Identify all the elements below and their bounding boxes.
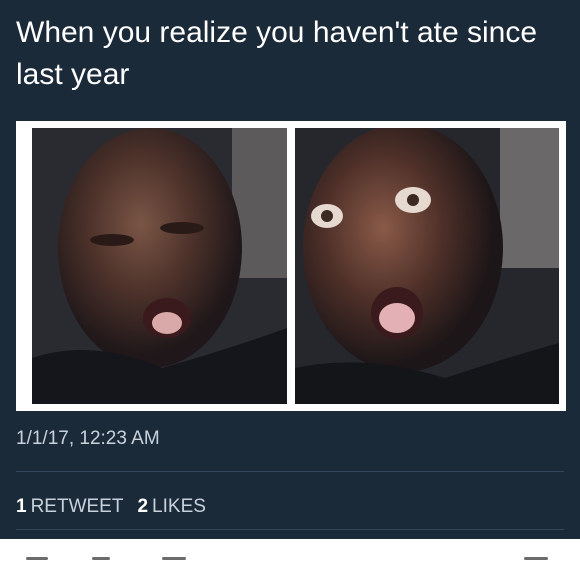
divider [16, 529, 564, 530]
reply-icon[interactable] [26, 557, 48, 560]
likes-count: 2 [137, 496, 149, 517]
likes-label: LIKES [152, 496, 206, 517]
retweet-icon[interactable] [92, 557, 110, 560]
retweet-stat[interactable]: 1 RETWEET [16, 496, 123, 518]
divider [16, 471, 564, 472]
likes-stat[interactable]: 2 LIKES [137, 496, 205, 518]
like-icon[interactable] [162, 557, 186, 560]
man-surprised-photo[interactable] [295, 128, 559, 404]
tweet-stats: 1 RETWEET 2 LIKES [16, 496, 206, 518]
man-squinting-photo[interactable] [32, 128, 287, 404]
share-icon[interactable] [524, 557, 548, 560]
tweet-text: When you realize you haven't ate since l… [16, 16, 538, 91]
tweet-timestamp: 1/1/17, 12:23 AM [16, 428, 160, 449]
tweet-media[interactable] [16, 121, 566, 411]
retweet-count: 1 [16, 496, 27, 517]
tweet-action-bar [0, 539, 580, 580]
retweet-label: RETWEET [30, 496, 124, 517]
